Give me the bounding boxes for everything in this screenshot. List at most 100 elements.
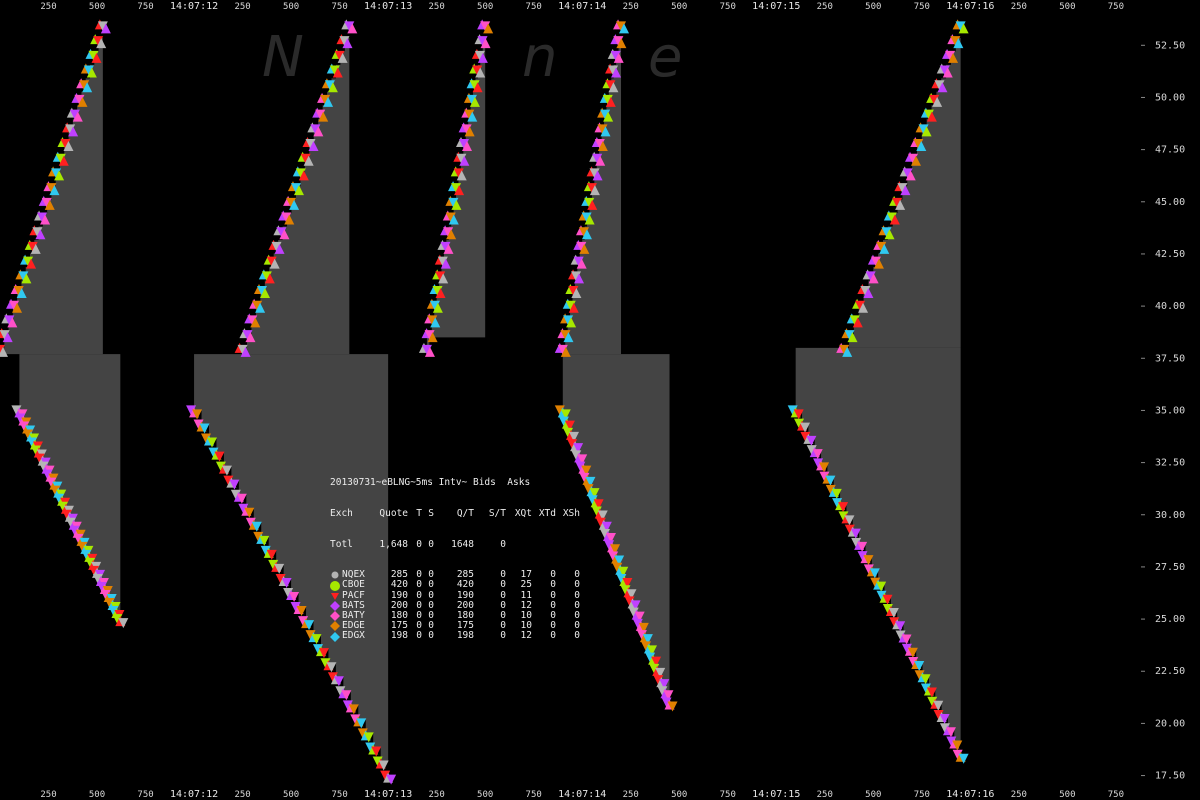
time-label: 14:07:14 [558, 789, 606, 800]
ms-tick-label: 250 [234, 2, 250, 12]
diamond-icon [330, 621, 342, 632]
price-label: 25.00 [1155, 614, 1185, 625]
legend-header-xsh: XSh [562, 508, 580, 520]
price-label: 47.50 [1155, 145, 1185, 156]
legend-header-xqt: XQt [514, 508, 532, 520]
ms-tick-label: 250 [623, 2, 639, 12]
legend-header-quote: Quote [379, 508, 408, 520]
legend-xqt: 12 [520, 630, 532, 642]
diamond-icon [330, 600, 342, 611]
ms-tick-label: 250 [429, 790, 445, 800]
time-label: 14:07:15 [752, 1, 800, 12]
price-label: 32.50 [1155, 458, 1185, 469]
ms-tick-label: 250 [1011, 790, 1027, 800]
time-label: 14:07:15 [752, 789, 800, 800]
legend-xsh: 0 [574, 630, 580, 642]
ms-tick-label: 500 [671, 790, 687, 800]
legend-qt: 198 [456, 630, 474, 642]
ms-tick-label: 750 [1108, 2, 1124, 12]
legend-header-t: T [416, 508, 422, 520]
legend-s: 0 [428, 630, 434, 642]
price-label: 22.50 [1155, 666, 1185, 677]
ms-tick-label: 750 [720, 2, 736, 12]
ms-tick-label: 250 [40, 790, 56, 800]
ms-tick-label: 500 [1059, 790, 1075, 800]
triangle-down-icon [330, 591, 342, 601]
ms-tick-label: 500 [865, 790, 881, 800]
ms-tick-label: 500 [283, 2, 299, 12]
ms-tick-label: 500 [89, 2, 105, 12]
legend-t: 0 [416, 630, 422, 642]
legend-header-qt: Q/T [456, 508, 474, 520]
watermark-letter: e [648, 25, 682, 90]
ms-tick-label: 750 [331, 2, 347, 12]
ask-range-area [795, 347, 961, 755]
time-axis-top: 14:07:12 250 500 750 14:07:13 250 500 750 14:07:… [40, 1, 1124, 12]
price-axis: 17.50 20.00 22.50 25.00 27.50 30.00 32.50 35.00… [1141, 40, 1185, 782]
legend-header-st: S/T [488, 508, 506, 520]
ms-tick-label: 250 [429, 2, 445, 12]
ms-tick-label: 500 [865, 2, 881, 12]
legend-exch: EDGX [342, 630, 365, 642]
time-label: 14:07:12 [170, 1, 218, 12]
ms-tick-label: 750 [914, 2, 930, 12]
legend-total-st: 0 [500, 538, 506, 550]
ms-tick-label: 250 [40, 2, 56, 12]
legend-total-s: 0 [428, 538, 434, 550]
price-label: 27.50 [1155, 562, 1185, 573]
legend-row-baty: BATY 180 0 0 180 0 10 0 0 [330, 610, 580, 622]
price-label: 42.50 [1155, 249, 1185, 260]
diamond-icon [330, 611, 342, 622]
time-label: 14:07:12 [170, 789, 218, 800]
ms-tick-label: 250 [623, 790, 639, 800]
ms-tick-label: 750 [720, 790, 736, 800]
price-label: 30.00 [1155, 510, 1185, 521]
time-label: 14:07:13 [364, 1, 412, 12]
legend-row-nqex: NQEX 285 0 0 285 0 17 0 0 [330, 570, 580, 580]
time-label: 14:07:14 [558, 1, 606, 12]
time-axis-bottom: 14:07:12 250 500 750 14:07:13 250 500 750 14:07:… [40, 789, 1124, 800]
legend-row-cboe: CBOE 420 0 0 420 0 25 0 0 [330, 580, 580, 591]
legend-total-t: 0 [416, 538, 422, 550]
ms-tick-label: 500 [89, 790, 105, 800]
exchange-legend: 20130731~eBLNG~5ms Intv~ Bids Asks Exch … [330, 458, 580, 662]
legend-quote: 198 [390, 630, 408, 642]
legend-total-label: Totl [330, 538, 353, 550]
watermark-letter: n [522, 25, 558, 90]
ms-tick-label: 750 [914, 790, 930, 800]
legend-st: 0 [500, 630, 506, 642]
time-label: 14:07:13 [364, 789, 412, 800]
price-label: 37.50 [1155, 353, 1185, 364]
price-label: 20.00 [1155, 718, 1185, 729]
ms-tick-label: 500 [1059, 2, 1075, 12]
ms-tick-label: 750 [137, 2, 153, 12]
legend-row-bats: BATS 200 0 0 200 0 12 0 0 [330, 600, 580, 611]
price-label: 35.00 [1155, 405, 1185, 416]
bid-ask-range-areas [0, 24, 961, 776]
legend-title: 20130731~eBLNG~5ms Intv~ Bids Asks [330, 477, 531, 489]
legend-xtd: 0 [550, 630, 556, 642]
legend-total-row: Totl 1,648 0 0 1648 0 [330, 538, 580, 550]
legend-total-quote: 1,648 [379, 538, 408, 550]
ms-tick-label: 500 [671, 2, 687, 12]
ms-tick-label: 750 [137, 790, 153, 800]
ms-tick-label: 250 [817, 790, 833, 800]
time-label: 14:07:16 [946, 1, 994, 12]
ms-tick-label: 500 [477, 2, 493, 12]
legend-total-qt: 1648 [451, 538, 474, 550]
price-label: 17.50 [1155, 771, 1185, 782]
ms-tick-label: 500 [283, 790, 299, 800]
price-label: 45.00 [1155, 197, 1185, 208]
legend-row-pacf: PACF 190 0 0 190 0 11 0 0 [330, 590, 580, 601]
circle-icon [330, 580, 342, 591]
legend-header-s: S [428, 508, 434, 520]
price-label: 50.00 [1155, 92, 1185, 103]
ms-tick-label: 750 [526, 790, 542, 800]
legend-exchange-rows: NQEX 285 0 0 285 0 17 0 0 CBOE 420 0 0 420 0 25 0 0 PACF 19… [330, 570, 580, 642]
ms-tick-label: 250 [234, 790, 250, 800]
ms-tick-label: 250 [1011, 2, 1027, 12]
legend-header-row: Exch Quote T S Q/T S/T XQt XTd XSh [330, 508, 580, 520]
price-label: 40.00 [1155, 301, 1185, 312]
ms-tick-label: 750 [526, 2, 542, 12]
watermark-letter: N [262, 25, 304, 90]
